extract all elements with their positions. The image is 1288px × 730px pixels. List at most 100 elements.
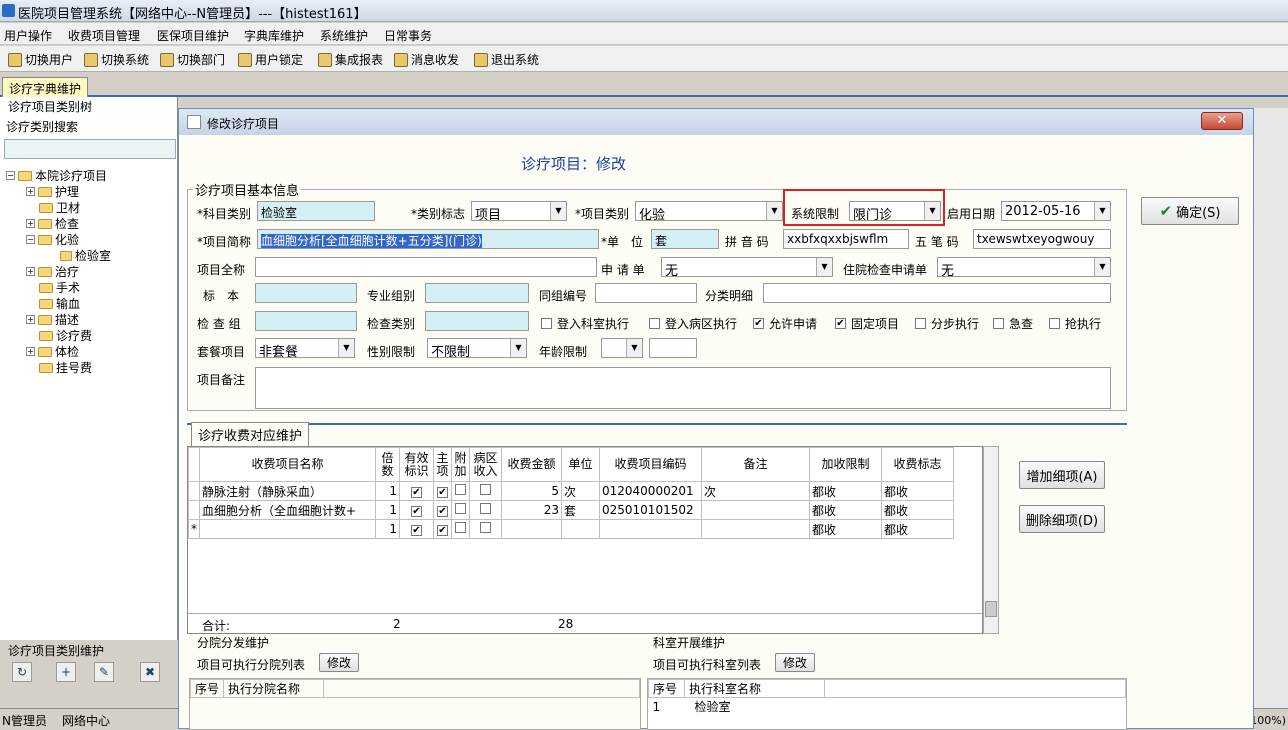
checkbox[interactable]	[993, 318, 1004, 329]
tree-item-diag-fee[interactable]: 诊疗费	[39, 327, 92, 344]
tree-item-reg-fee[interactable]: 挂号费	[39, 359, 92, 376]
close-button[interactable]: ✕	[1201, 112, 1243, 130]
category-select[interactable]: 化验 ▼	[635, 201, 783, 221]
checkbox[interactable]: ✔	[437, 506, 448, 517]
typeflag-select[interactable]: 项目 ▼	[471, 201, 567, 221]
check-allow-apply[interactable]: ✔ 允许申请	[753, 315, 817, 332]
menu-dictionary[interactable]: 字典库维护	[244, 27, 304, 44]
col-header[interactable]: 备注	[701, 447, 810, 482]
menu-user-ops[interactable]: 用户操作	[4, 27, 52, 44]
check-ward-exec[interactable]: 登入病区执行	[649, 315, 737, 332]
edit-icon[interactable]: ✎	[94, 662, 114, 682]
col-header[interactable]: 倍数	[375, 447, 400, 482]
checkgroup-input[interactable]	[255, 311, 357, 331]
table-row-new[interactable]: * 1 ✔ ✔ 都收 都收	[188, 519, 954, 539]
tree-item-transfusion[interactable]: 输血	[39, 295, 80, 312]
delete-detail-button[interactable]: 删除细项(D)	[1019, 505, 1105, 533]
wubi-input[interactable]: txewswtxeyogwouy	[973, 229, 1111, 249]
tree-item-describe[interactable]: + 描述	[26, 311, 79, 328]
checkbox[interactable]	[455, 503, 466, 514]
fullname-input[interactable]	[255, 257, 597, 277]
col-header[interactable]: 序号	[648, 679, 685, 698]
col-header[interactable]: 有效标识	[399, 447, 434, 482]
expand-icon[interactable]: +	[26, 267, 35, 276]
collapse-icon[interactable]: −	[6, 171, 15, 180]
dept-input[interactable]: 检验室	[257, 201, 375, 221]
pinyin-input[interactable]: xxbfxqxxbjswflm	[783, 229, 909, 249]
shortname-input[interactable]: 血细胞分析[全血细胞计数+五分类](门诊)	[257, 229, 599, 249]
col-header[interactable]: 收费金额	[501, 447, 562, 482]
menu-insurance[interactable]: 医保项目维护	[157, 27, 229, 44]
checkbox[interactable]	[1049, 318, 1060, 329]
remark-textarea[interactable]	[255, 367, 1111, 409]
specimen-input[interactable]	[255, 283, 357, 303]
checkbox[interactable]	[480, 522, 491, 533]
tree-root[interactable]: − 本院诊疗项目	[6, 167, 107, 184]
package-select[interactable]: 非套餐 ▼	[255, 338, 355, 358]
age-input[interactable]	[649, 338, 697, 358]
checkbox[interactable]: ✔	[437, 525, 448, 536]
switch-system-button[interactable]: 切换系统	[84, 51, 149, 68]
tree-item-lab-room[interactable]: 检验室	[60, 247, 111, 264]
col-header[interactable]: 收费项目编码	[599, 447, 702, 482]
check-dept-exec[interactable]: 登入科室执行	[541, 315, 629, 332]
lock-user-button[interactable]: 用户锁定	[238, 51, 303, 68]
switch-dept-button[interactable]: 切换部门	[160, 51, 225, 68]
col-header[interactable]: 执行科室名称	[683, 679, 825, 698]
expand-icon[interactable]: +	[26, 315, 35, 324]
inpatient-select[interactable]: 无 ▼	[937, 257, 1111, 277]
checkbox[interactable]	[915, 318, 926, 329]
checkbox[interactable]	[480, 503, 491, 514]
check-rush-exec[interactable]: 抢执行	[1049, 315, 1101, 332]
branch-edit-button[interactable]: 修改	[319, 653, 359, 672]
add-icon[interactable]: +	[56, 662, 76, 682]
group-input[interactable]	[425, 283, 529, 303]
col-header[interactable]: 病区收入	[469, 447, 502, 482]
tree-item-lab[interactable]: − 化验	[26, 231, 79, 248]
col-header[interactable]: 执行分院名称	[223, 679, 324, 698]
tree-item-treatment[interactable]: + 治疗	[26, 263, 79, 280]
list-item[interactable]: 1 检验室	[649, 698, 1126, 716]
gender-select[interactable]: 不限制 ▼	[427, 338, 527, 358]
add-detail-button[interactable]: 增加细项(A)	[1019, 461, 1105, 489]
col-header[interactable]: 单位	[561, 447, 600, 482]
delete-icon[interactable]: ✖	[140, 662, 160, 682]
exit-button[interactable]: 退出系统	[474, 51, 539, 68]
tree-item-exam[interactable]: + 检查	[26, 215, 79, 232]
menu-daily[interactable]: 日常事务	[384, 27, 432, 44]
expand-icon[interactable]: +	[26, 187, 35, 196]
col-header[interactable]: 加收限制	[809, 447, 882, 482]
tree-item-nursing[interactable]: + 护理	[26, 183, 79, 200]
reports-button[interactable]: 集成报表	[318, 51, 383, 68]
scroll-thumb[interactable]	[985, 601, 997, 617]
checkbox[interactable]: ✔	[411, 506, 422, 517]
checkbox[interactable]: ✔	[411, 525, 422, 536]
checkbox[interactable]	[649, 318, 660, 329]
classdetail-input[interactable]	[763, 283, 1111, 303]
collapse-icon[interactable]: −	[26, 235, 35, 244]
deptopen-edit-button[interactable]: 修改	[775, 653, 815, 672]
col-header[interactable]: 收费项目名称	[199, 447, 376, 482]
check-urgent[interactable]: 急查	[993, 315, 1033, 332]
tree-item-surgery[interactable]: 手术	[39, 279, 80, 296]
table-row[interactable]: 静脉注射（静脉采血） 1 ✔ ✔ 5 次 012040000201 次 都收 都…	[188, 481, 954, 501]
checkbox[interactable]: ✔	[835, 318, 846, 329]
refresh-icon[interactable]: ↻	[12, 662, 32, 682]
col-header[interactable]: 主项	[433, 447, 452, 482]
checkbox[interactable]	[480, 484, 491, 495]
tree-item-supplies[interactable]: 卫材	[39, 199, 80, 216]
checkbox[interactable]	[541, 318, 552, 329]
switch-user-button[interactable]: 切换用户	[8, 51, 73, 68]
confirm-button[interactable]: ✔ 确定(S)	[1141, 197, 1239, 225]
checktype-input[interactable]	[425, 311, 529, 331]
checkbox[interactable]: ✔	[437, 487, 448, 498]
expand-icon[interactable]: +	[26, 219, 35, 228]
check-fixed-item[interactable]: ✔ 固定项目	[835, 315, 899, 332]
tab-fee-maint[interactable]: 诊疗收费对应维护	[191, 422, 310, 446]
col-header[interactable]: 收费标志	[881, 447, 954, 482]
col-header[interactable]: 附加	[451, 447, 470, 482]
unit-input[interactable]: 套	[651, 229, 719, 249]
category-search-input[interactable]	[4, 139, 176, 159]
tree-item-physical[interactable]: + 体检	[26, 343, 79, 360]
menu-system[interactable]: 系统维护	[320, 27, 368, 44]
